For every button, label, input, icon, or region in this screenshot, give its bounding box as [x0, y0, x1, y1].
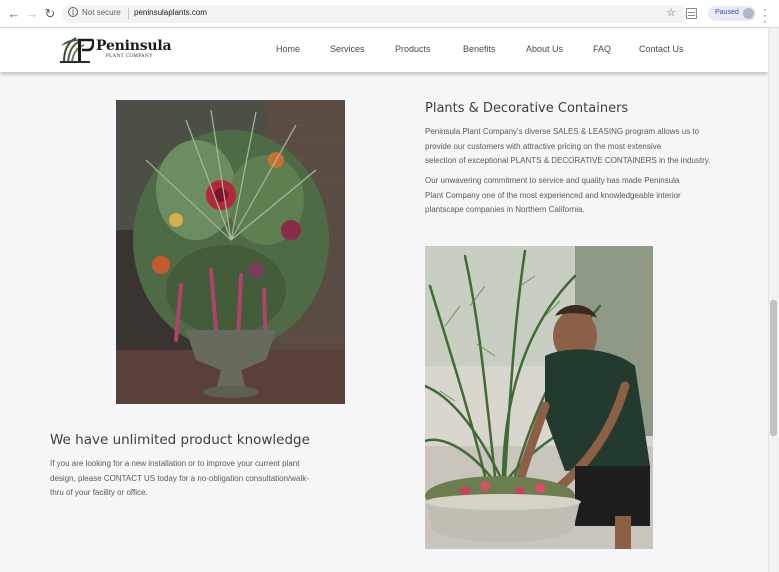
avatar: [743, 8, 754, 19]
security-label: Not secure: [82, 8, 121, 17]
profile-status: Paused: [715, 9, 739, 16]
containers-paragraph-1: Peninsula Plant Company's diverse SALES …: [425, 125, 710, 169]
bookmark-star-icon[interactable]: ☆: [666, 6, 676, 19]
logo-subtitle: PLANT COMPANY: [106, 54, 154, 59]
nav-benefits[interactable]: Benefits: [463, 44, 496, 54]
floral-arrangement-image: [116, 100, 345, 404]
reload-icon[interactable]: ↻: [42, 6, 58, 22]
browser-toolbar: ← → ↻ i Not secure peninsulaplants.com ☆…: [0, 0, 779, 28]
containers-paragraph-2: Our unwavering commitment to service and…: [425, 174, 681, 218]
nav-faq[interactable]: FAQ: [593, 44, 611, 54]
containers-p1-line-3: selection of exceptional PLANTS & DECORA…: [425, 156, 711, 165]
containers-p2-line-1: Our unwavering commitment to service and…: [425, 176, 680, 185]
address-bar[interactable]: i Not secure peninsulaplants.com ☆: [62, 5, 686, 23]
extension-icon[interactable]: [686, 8, 697, 19]
knowledge-heading: We have unlimited product knowledge: [50, 432, 310, 448]
back-icon[interactable]: ←: [6, 6, 22, 22]
nav-about-us[interactable]: About Us: [526, 44, 563, 54]
scrollbar-thumb[interactable]: [770, 300, 777, 436]
forward-icon[interactable]: →: [24, 6, 40, 22]
palm-planting-image: [425, 246, 653, 549]
site-logo[interactable]: Peninsula PLANT COMPANY: [58, 32, 172, 66]
menu-icon[interactable]: · · ·: [762, 3, 768, 27]
knowledge-line-3: thru of your facility or office.: [50, 488, 148, 497]
knowledge-line-1: If you are looking for a new installatio…: [50, 459, 300, 468]
nav-services[interactable]: Services: [330, 44, 365, 54]
url-text[interactable]: peninsulaplants.com: [134, 8, 207, 17]
logo-name: Peninsula: [96, 38, 172, 54]
containers-p1-line-2: provide our customers with attractive pr…: [425, 141, 662, 151]
nav-products[interactable]: Products: [395, 44, 431, 54]
containers-p2-line-2: Plant Company one of the most experience…: [425, 190, 681, 200]
knowledge-paragraph: If you are looking for a new installatio…: [50, 457, 309, 501]
nav-contact-us[interactable]: Contact Us: [639, 44, 684, 54]
logo-mark-icon: [60, 37, 94, 63]
containers-p1-line-1: Peninsula Plant Company's diverse SALES …: [425, 127, 700, 136]
knowledge-line-2: design, please CONTACT US today for a no…: [50, 473, 309, 483]
info-icon[interactable]: i: [68, 7, 78, 17]
containers-p2-line-3: plantscape companies in Northern Califor…: [425, 205, 585, 214]
containers-heading: Plants & Decorative Containers: [425, 101, 629, 116]
nav-home[interactable]: Home: [276, 44, 300, 54]
site-header: Peninsula PLANT COMPANY Home Services Pr…: [0, 28, 768, 72]
omnibox-divider: [128, 8, 129, 19]
profile-chip[interactable]: Paused: [708, 6, 756, 21]
